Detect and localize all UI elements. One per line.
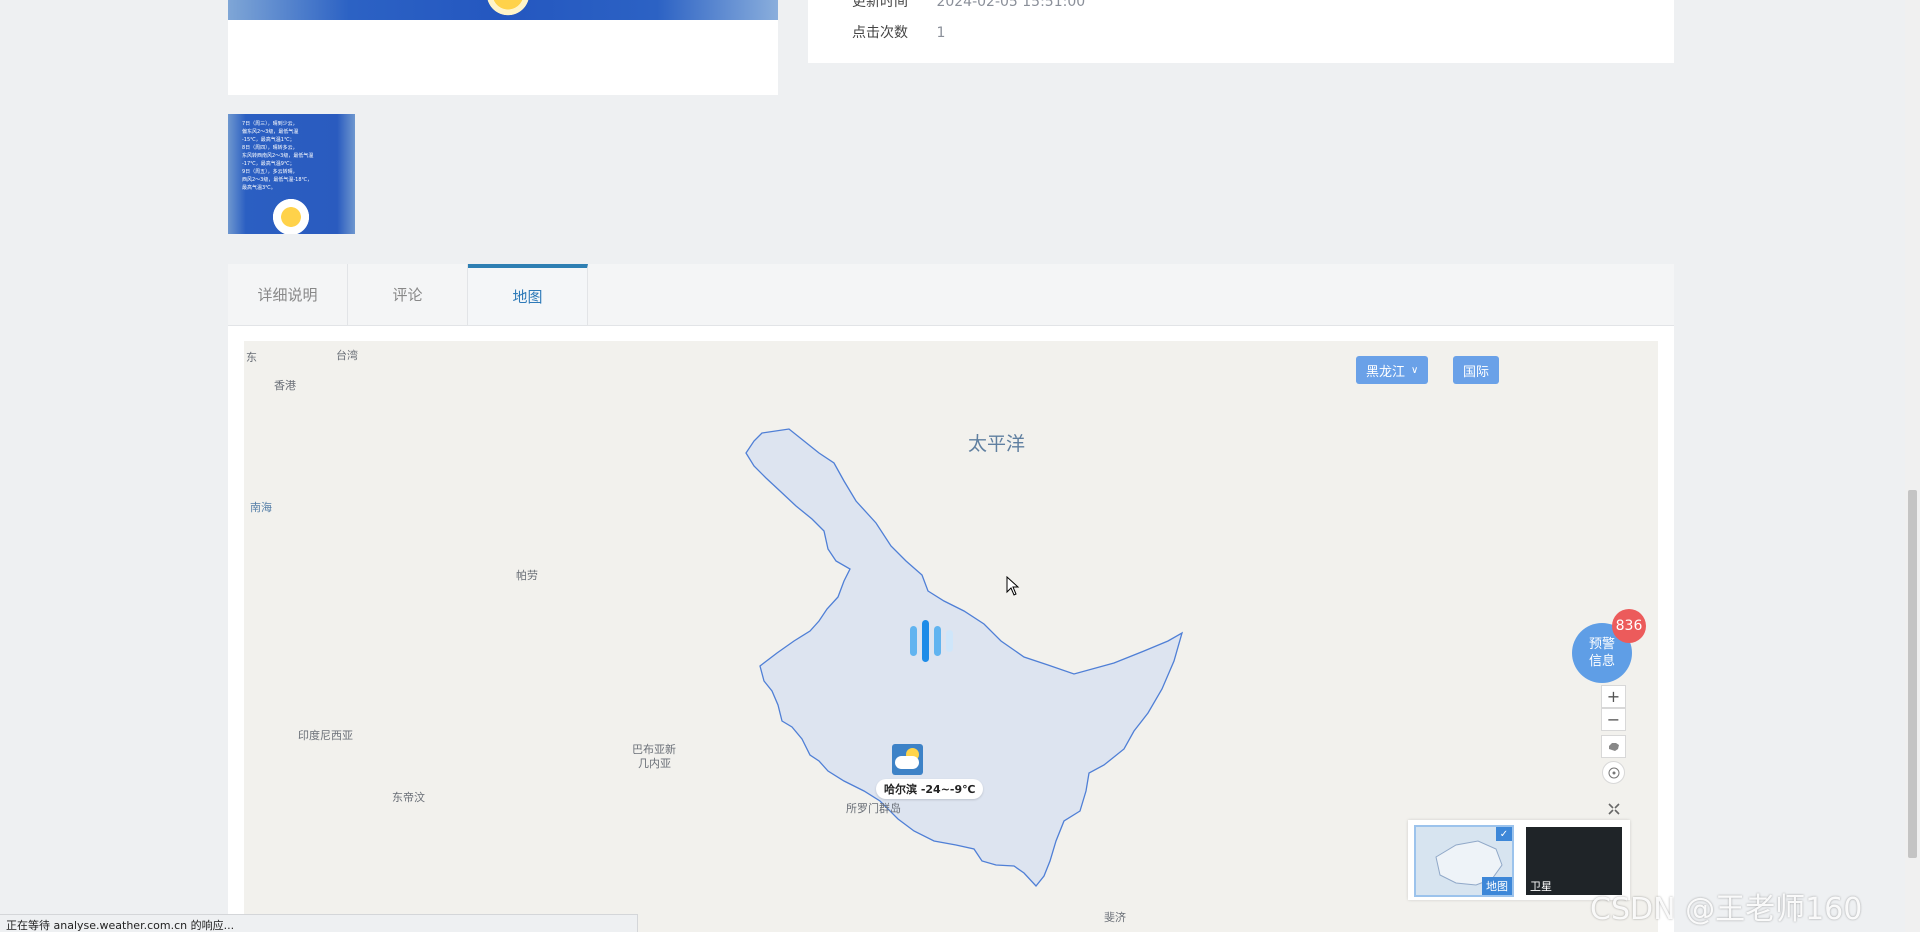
alert-label-line2: 信息 [1588, 654, 1615, 669]
alert-label-line1: 预警 [1588, 637, 1615, 652]
loading-spinner-icon [908, 616, 968, 666]
layer-satellite-label: 卫星 [1530, 880, 1552, 893]
partly-cloudy-icon[interactable] [892, 744, 923, 775]
clicks-value: 1 [936, 25, 946, 41]
map-label-nanhai: 南海 [250, 501, 272, 514]
sun-icon [468, 0, 548, 20]
international-button-label: 国际 [1463, 364, 1490, 380]
info-card: 更新时间 2024-02-05 15:51:00 点击次数 1 [808, 0, 1674, 63]
thumbnail-caption: 7日（周三），晴到少云， 偏东风2～3级，最低气温 -15℃，最高气温1℃； 8… [242, 121, 314, 191]
map-label-indonesia: 印度尼西亚 [298, 729, 353, 742]
scrollbar[interactable] [1905, 0, 1920, 932]
sun-icon [268, 194, 314, 234]
image-thumbnail[interactable]: 7日（周三），晴到少云， 偏东风2～3级，最低气温 -15℃，最高气温1℃； 8… [228, 114, 355, 234]
layer-map-option[interactable]: ✓ 地图 [1414, 825, 1514, 897]
map-label-pacific: 太平洋 [968, 433, 1026, 455]
check-icon: ✓ [1496, 827, 1512, 841]
browser-status-bar: 正在等待 analyse.weather.com.cn 的响应... [0, 914, 638, 932]
map-label-taiwan: 台湾 [336, 349, 358, 362]
tab-comments[interactable]: 评论 [348, 264, 468, 325]
update-time-row: 更新时间 2024-02-05 15:51:00 [852, 0, 1085, 11]
map-panel: 东 台湾 香港 南海 帕劳 印度尼西亚 巴布亚新 几内亚 东帝汶 所罗门群岛 斐… [228, 326, 1674, 932]
tab-details[interactable]: 详细说明 [228, 264, 348, 325]
map-label-solomon: 所罗门群岛 [846, 802, 901, 815]
city-weather-label[interactable]: 哈尔滨 -24~-9℃ [876, 779, 984, 799]
main-image-card [228, 0, 778, 95]
page: 7日（周三），晴到少云， 偏东风2～3级，最低气温 -15℃，最高气温1℃； 8… [0, 0, 1920, 932]
weather-map[interactable]: 东 台湾 香港 南海 帕劳 印度尼西亚 巴布亚新 几内亚 东帝汶 所罗门群岛 斐… [244, 341, 1658, 932]
fullscreen-icon[interactable] [1601, 797, 1626, 820]
map-label-hongkong: 香港 [274, 379, 296, 392]
chevron-down-icon: ∨ [1411, 364, 1419, 376]
province-dropdown-label: 黑龙江 [1366, 364, 1406, 380]
update-time-label: 更新时间 [852, 0, 908, 10]
update-time-value: 2024-02-05 15:51:00 [936, 0, 1086, 10]
map-label-timor: 东帝汶 [392, 791, 425, 804]
scrollbar-thumb[interactable] [1908, 490, 1917, 858]
china-map-icon[interactable] [1601, 735, 1626, 758]
zoom-in-button[interactable]: + [1601, 685, 1626, 708]
locate-icon[interactable] [1602, 761, 1625, 784]
layer-map-label: 地图 [1482, 877, 1512, 895]
map-label-palau: 帕劳 [516, 569, 538, 582]
clicks-row: 点击次数 1 [852, 22, 945, 42]
map-label-dong: 东 [246, 351, 257, 364]
mouse-cursor-icon [1006, 576, 1020, 596]
tab-map[interactable]: 地图 [468, 264, 588, 325]
zoom-out-button[interactable]: − [1601, 708, 1626, 731]
international-button[interactable]: 国际 [1453, 356, 1500, 384]
alert-count-badge: 836 [1612, 609, 1646, 643]
map-label-fiji: 斐济 [1104, 911, 1126, 924]
province-dropdown[interactable]: 黑龙江 ∨ [1356, 356, 1429, 384]
clicks-label: 点击次数 [852, 25, 908, 41]
watermark: CSDN @王老师160 [1590, 892, 1863, 927]
tab-bar: 详细说明 评论 地图 [228, 264, 1674, 326]
map-label-png-2: 几内亚 [638, 757, 671, 770]
